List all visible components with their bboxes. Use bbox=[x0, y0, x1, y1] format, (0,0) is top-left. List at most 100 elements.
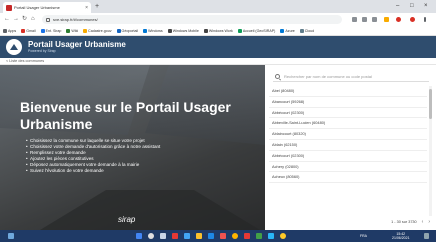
bookmark-cloud[interactable]: Cloud bbox=[299, 28, 314, 33]
previous-page-icon[interactable]: ‹ bbox=[422, 219, 424, 225]
commune-list: Abel (80480) Abancourt (59268) Abbécourt… bbox=[269, 86, 427, 184]
hero-banner: Bienvenue sur le Portail Usager Urbanism… bbox=[0, 65, 265, 230]
bookmark-cadastre[interactable]: Cadastre.gouv bbox=[83, 28, 112, 33]
hero-steps-list: Choisissez la commune sur laquelle se si… bbox=[26, 138, 160, 174]
profile-avatar[interactable] bbox=[396, 17, 401, 22]
extension-orange-icon[interactable] bbox=[384, 17, 389, 22]
search-input[interactable] bbox=[284, 73, 424, 79]
menu-icon[interactable] bbox=[424, 17, 426, 22]
app-icon[interactable] bbox=[268, 233, 274, 239]
commune-search-panel: Abel (80480) Abancourt (59268) Abbécourt… bbox=[265, 65, 436, 230]
bookmark-windows-work[interactable]: Windows Work bbox=[203, 28, 233, 33]
bookmark-wiki[interactable]: Wiki bbox=[66, 28, 79, 33]
list-item[interactable]: Abel (80480) bbox=[269, 86, 427, 97]
browser-tab[interactable]: Portail Usager Urbanisme × bbox=[3, 2, 91, 13]
next-page-icon[interactable]: › bbox=[428, 219, 430, 225]
reload-icon[interactable]: ↻ bbox=[22, 15, 27, 24]
edge-icon[interactable] bbox=[184, 233, 190, 239]
windows-icon bbox=[143, 28, 148, 33]
app-icon[interactable] bbox=[172, 233, 178, 239]
bookmark-icon bbox=[66, 28, 71, 33]
list-item[interactable]: Ablain (62150) bbox=[269, 140, 427, 151]
search-icon[interactable] bbox=[148, 233, 154, 239]
bookmark-apps[interactable]: Apps bbox=[3, 28, 17, 33]
list-scrollbar-thumb[interactable] bbox=[429, 89, 432, 119]
hero-step: Suivez l'évolution de votre demande bbox=[26, 168, 160, 174]
list-item[interactable]: Abbeville-Saint-Lucien (60480) bbox=[269, 118, 427, 130]
bookmark-icon bbox=[116, 28, 121, 33]
list-item[interactable]: Abbécourt (02300) bbox=[269, 151, 427, 162]
list-item[interactable]: Acheux (80560) bbox=[269, 172, 427, 184]
close-window-icon[interactable]: × bbox=[424, 1, 428, 11]
cast-icon[interactable] bbox=[352, 17, 357, 22]
bookmark-gmail[interactable]: Gmail bbox=[21, 28, 36, 33]
tray-clock[interactable]: 15:42 21/06/2021 bbox=[392, 232, 410, 240]
task-view-icon[interactable] bbox=[160, 233, 166, 239]
bookmark-label: Géoportail bbox=[121, 28, 139, 33]
bookmarks-bar: Apps Gmail Ent. Sirap Wiki Cadastre.gouv… bbox=[0, 26, 436, 36]
back-icon[interactable]: ← bbox=[4, 15, 10, 24]
bookmark-label: Windows Work bbox=[208, 28, 233, 33]
app-icon[interactable] bbox=[244, 233, 250, 239]
app-logo[interactable] bbox=[6, 39, 22, 55]
bookmark-windows[interactable]: Windows bbox=[143, 28, 163, 33]
bookmark-icon bbox=[167, 28, 172, 33]
bookmark-label: Azure bbox=[285, 28, 295, 33]
bookmark-label: Windows Mobile bbox=[172, 28, 199, 33]
update-icon[interactable] bbox=[410, 17, 415, 22]
bookmark-label: Ent. Sirap bbox=[45, 28, 62, 33]
bookmark-label: Wiki bbox=[71, 28, 79, 33]
sirap-logo: sirap bbox=[118, 215, 136, 224]
file-explorer-icon[interactable] bbox=[196, 233, 202, 239]
bookmark-azure[interactable]: Azure bbox=[280, 28, 295, 33]
chrome-icon[interactable] bbox=[232, 233, 238, 239]
pagination-range: 1 - 30 sur 3730 bbox=[391, 220, 417, 224]
bookmark-icon bbox=[203, 28, 208, 33]
tray-lang[interactable]: FRA bbox=[360, 234, 367, 238]
new-tab-button[interactable]: + bbox=[95, 2, 99, 11]
bookmark-icon bbox=[83, 28, 88, 33]
notifications-icon[interactable] bbox=[424, 233, 429, 239]
mail-icon[interactable] bbox=[208, 233, 214, 239]
bookmark-ent[interactable]: Ent. Sirap bbox=[40, 28, 62, 33]
search-box bbox=[273, 71, 429, 82]
bookmark-label: Accueil (GeoSIRAP) bbox=[242, 28, 276, 33]
bookmark-windows-mobile[interactable]: Windows Mobile bbox=[167, 28, 199, 33]
app-icon[interactable] bbox=[280, 233, 286, 239]
bookmark-label: Windows bbox=[148, 28, 163, 33]
communes-list-link[interactable]: < Liste des communes bbox=[6, 59, 44, 63]
windows-start-icon[interactable] bbox=[8, 233, 14, 239]
windows-taskbar: FRA 15:42 21/06/2021 bbox=[0, 230, 436, 242]
forward-icon[interactable]: → bbox=[13, 15, 19, 24]
list-item[interactable]: Ablaincourt (80320) bbox=[269, 129, 427, 140]
url-field[interactable]: sve.sirap.fr/#/communes/ bbox=[42, 15, 342, 24]
list-item[interactable]: Achery (02800) bbox=[269, 162, 427, 173]
extension-icon[interactable] bbox=[362, 17, 367, 22]
home-icon[interactable]: ⌂ bbox=[31, 15, 35, 24]
bookmark-geosirap[interactable]: Accueil (GeoSIRAP) bbox=[237, 28, 276, 33]
minimize-icon[interactable]: – bbox=[396, 1, 399, 11]
maximize-icon[interactable]: □ bbox=[410, 1, 414, 11]
app-icon[interactable] bbox=[256, 233, 262, 239]
bookmark-label: Apps bbox=[8, 28, 17, 33]
star-icon[interactable] bbox=[372, 17, 377, 22]
hero-background-road bbox=[40, 190, 260, 230]
address-bar: ← → ↻ ⌂ sve.sirap.fr/#/communes/ bbox=[0, 13, 436, 26]
tray-date: 21/06/2021 bbox=[392, 236, 410, 240]
bookmark-label: Cadastre.gouv bbox=[88, 28, 112, 33]
hero-title: Bienvenue sur le Portail Usager Urbanism… bbox=[20, 99, 231, 132]
favicon-icon bbox=[6, 4, 12, 11]
bookmark-icon bbox=[40, 28, 45, 33]
bookmark-icon bbox=[299, 28, 304, 33]
app-subtitle: Powered by Sirap bbox=[28, 49, 56, 53]
bookmark-label: Gmail bbox=[26, 28, 36, 33]
bookmark-icon bbox=[237, 28, 242, 33]
app-icon[interactable] bbox=[220, 233, 226, 239]
search-icon bbox=[275, 73, 280, 79]
list-item[interactable]: Abbécourt (02300) bbox=[269, 108, 427, 119]
windows-logo-icon[interactable] bbox=[136, 233, 142, 239]
bookmark-geoportail[interactable]: Géoportail bbox=[116, 28, 139, 33]
tab-close-icon[interactable]: × bbox=[85, 5, 88, 11]
bookmark-icon bbox=[280, 28, 285, 33]
list-item[interactable]: Abancourt (59268) bbox=[269, 97, 427, 108]
